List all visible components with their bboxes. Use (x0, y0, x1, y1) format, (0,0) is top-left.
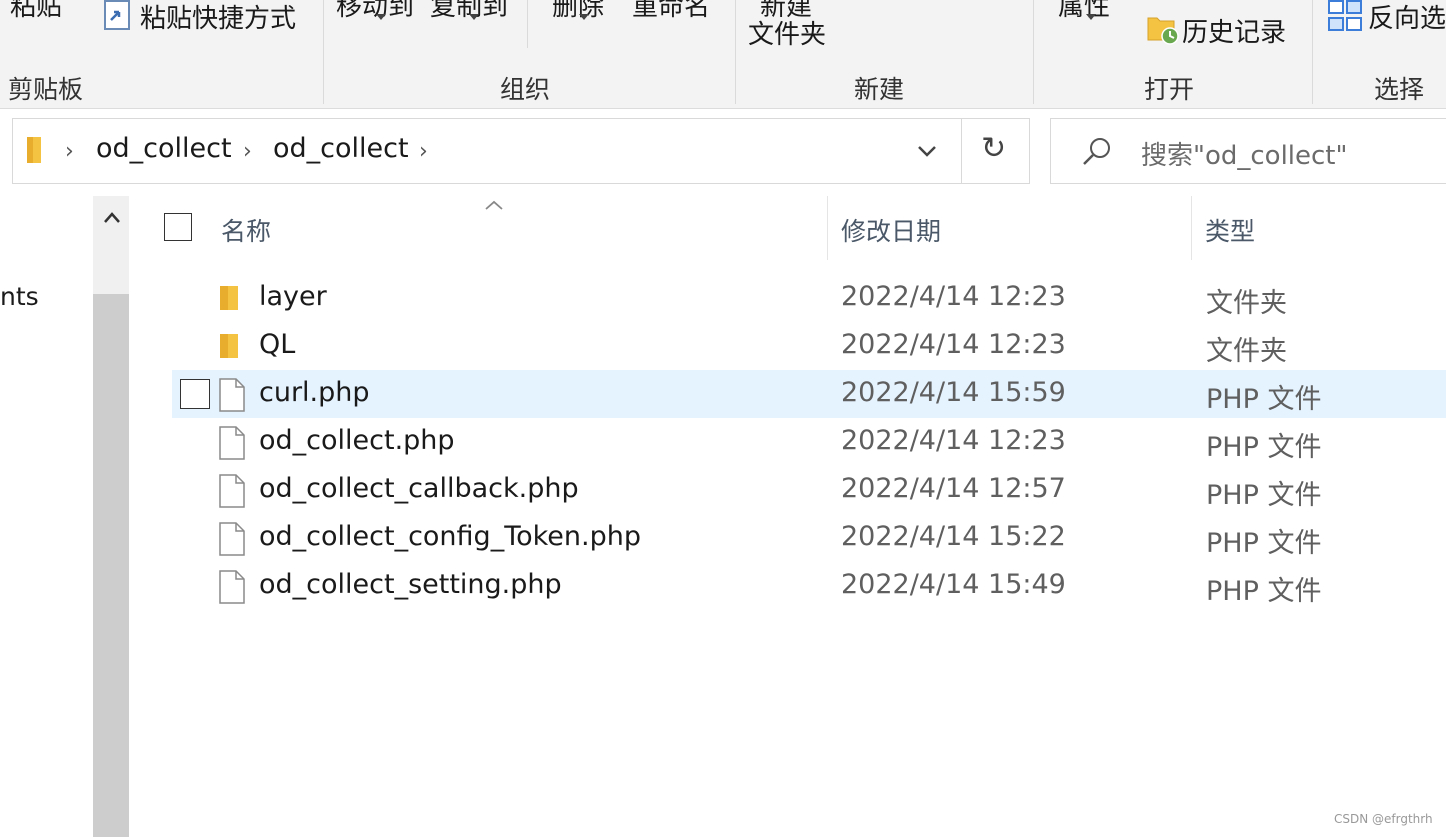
file-modified-date: 2022/4/14 12:57 (841, 473, 1066, 504)
history-icon (1146, 12, 1180, 50)
search-box[interactable]: 搜索"od_collect" (1050, 118, 1446, 184)
properties-dropdown-icon[interactable] (1086, 14, 1096, 20)
file-modified-date: 2022/4/14 15:49 (841, 569, 1066, 600)
ribbon-separator (1312, 0, 1313, 104)
nav-scrollbar[interactable] (93, 196, 129, 837)
file-name[interactable]: od_collect.php (259, 425, 455, 456)
ribbon-separator (735, 0, 736, 104)
file-name[interactable]: curl.php (259, 377, 370, 408)
file-icon (218, 426, 246, 464)
refresh-icon[interactable]: ↻ (981, 131, 1006, 166)
file-icon (218, 474, 246, 512)
column-header-type[interactable]: 类型 (1205, 212, 1255, 248)
file-name[interactable]: QL (259, 329, 295, 360)
chevron-up-icon[interactable] (103, 210, 121, 229)
paste-shortcut-icon (104, 0, 130, 34)
ribbon-separator (323, 0, 324, 104)
sort-ascending-icon (484, 196, 504, 215)
chevron-right-icon[interactable]: › (243, 139, 252, 164)
invert-selection-button[interactable]: 反向选 (1368, 0, 1446, 35)
breadcrumb-item[interactable]: od_collect (96, 133, 232, 164)
file-row[interactable]: curl.php 2022/4/14 15:59 PHP 文件 (172, 370, 1446, 418)
file-row[interactable]: layer 2022/4/14 12:23 文件夹 (172, 274, 1446, 322)
column-header-date[interactable]: 修改日期 (841, 212, 941, 248)
new-folder-button[interactable]: 文件夹 (748, 14, 826, 51)
file-type: PHP 文件 (1206, 528, 1322, 559)
file-type: PHP 文件 (1206, 480, 1322, 511)
paste-button[interactable]: 粘贴 (10, 0, 62, 23)
search-icon (1081, 136, 1113, 172)
chevron-down-icon[interactable] (915, 139, 939, 167)
group-label-select: 选择 (1374, 75, 1425, 104)
invert-selection-icon (1328, 0, 1362, 36)
folder-icon (218, 330, 244, 364)
file-modified-date: 2022/4/14 12:23 (841, 281, 1066, 312)
file-row[interactable]: od_collect.php 2022/4/14 12:23 PHP 文件 (172, 418, 1446, 466)
history-button[interactable]: 历史记录 (1182, 12, 1286, 49)
delete-button[interactable]: 删除 (552, 0, 604, 23)
chevron-right-icon[interactable]: › (419, 139, 428, 164)
file-type: PHP 文件 (1206, 576, 1322, 607)
watermark: CSDN @efrgthrh (1334, 812, 1433, 826)
file-type: PHP 文件 (1206, 384, 1322, 415)
rename-button[interactable]: 重命名 (632, 0, 710, 23)
properties-button[interactable]: 属性 (1058, 0, 1110, 23)
copy-to-dropdown-icon[interactable] (469, 14, 479, 20)
file-icon (218, 570, 246, 608)
folder-icon (218, 282, 244, 316)
move-to-button[interactable]: 移动到 (336, 0, 414, 23)
scrollbar-thumb[interactable] (93, 294, 129, 837)
file-icon (218, 378, 246, 416)
file-row[interactable]: od_collect_callback.php 2022/4/14 12:57 PH… (172, 466, 1446, 514)
group-label-open: 打开 (1144, 75, 1195, 104)
search-input[interactable]: 搜索"od_collect" (1141, 135, 1347, 172)
ribbon-separator (527, 0, 528, 48)
file-modified-date: 2022/4/14 12:23 (841, 329, 1066, 360)
column-separator[interactable] (827, 196, 828, 260)
column-header-separator[interactable] (1191, 196, 1192, 260)
file-name[interactable]: layer (259, 281, 327, 312)
group-label-clipboard: 剪贴板 (8, 75, 84, 104)
file-type: 文件夹 (1206, 288, 1287, 319)
address-divider (961, 119, 962, 183)
ribbon: 粘贴 粘贴快捷方式 移动到 复制到 删除 重命名 新建 文件夹 属性 历史记录 (0, 0, 1446, 109)
file-name[interactable]: od_collect_setting.php (259, 569, 562, 600)
file-row[interactable]: QL 2022/4/14 12:23 文件夹 (172, 322, 1446, 370)
file-modified-date: 2022/4/14 12:23 (841, 425, 1066, 456)
file-modified-date: 2022/4/14 15:59 (841, 377, 1066, 408)
file-name[interactable]: od_collect_config_Token.php (259, 521, 641, 552)
nav-item-partial[interactable]: nts (0, 282, 39, 311)
group-label-organize: 组织 (500, 75, 551, 104)
row-checkbox[interactable] (180, 379, 210, 409)
breadcrumb-item[interactable]: od_collect (273, 133, 409, 164)
column-header-name[interactable]: 名称 (221, 212, 271, 248)
file-modified-date: 2022/4/14 15:22 (841, 521, 1066, 552)
file-row[interactable]: od_collect_config_Token.php 2022/4/14 15:… (172, 514, 1446, 562)
file-type: PHP 文件 (1206, 432, 1322, 463)
move-to-dropdown-icon[interactable] (376, 14, 386, 20)
file-row[interactable]: od_collect_setting.php 2022/4/14 15:49 PHP… (172, 562, 1446, 610)
file-icon (218, 522, 246, 560)
delete-dropdown-icon[interactable] (579, 14, 589, 20)
file-name[interactable]: od_collect_callback.php (259, 473, 579, 504)
folder-icon (25, 135, 45, 169)
select-all-checkbox[interactable] (164, 213, 192, 241)
group-label-new: 新建 (854, 75, 905, 104)
file-type: 文件夹 (1206, 336, 1287, 367)
chevron-right-icon[interactable]: › (65, 139, 74, 164)
paste-shortcut-button[interactable]: 粘贴快捷方式 (140, 0, 296, 35)
ribbon-separator (1033, 0, 1034, 104)
address-bar[interactable]: › od_collect › od_collect › ↻ (12, 118, 1030, 184)
